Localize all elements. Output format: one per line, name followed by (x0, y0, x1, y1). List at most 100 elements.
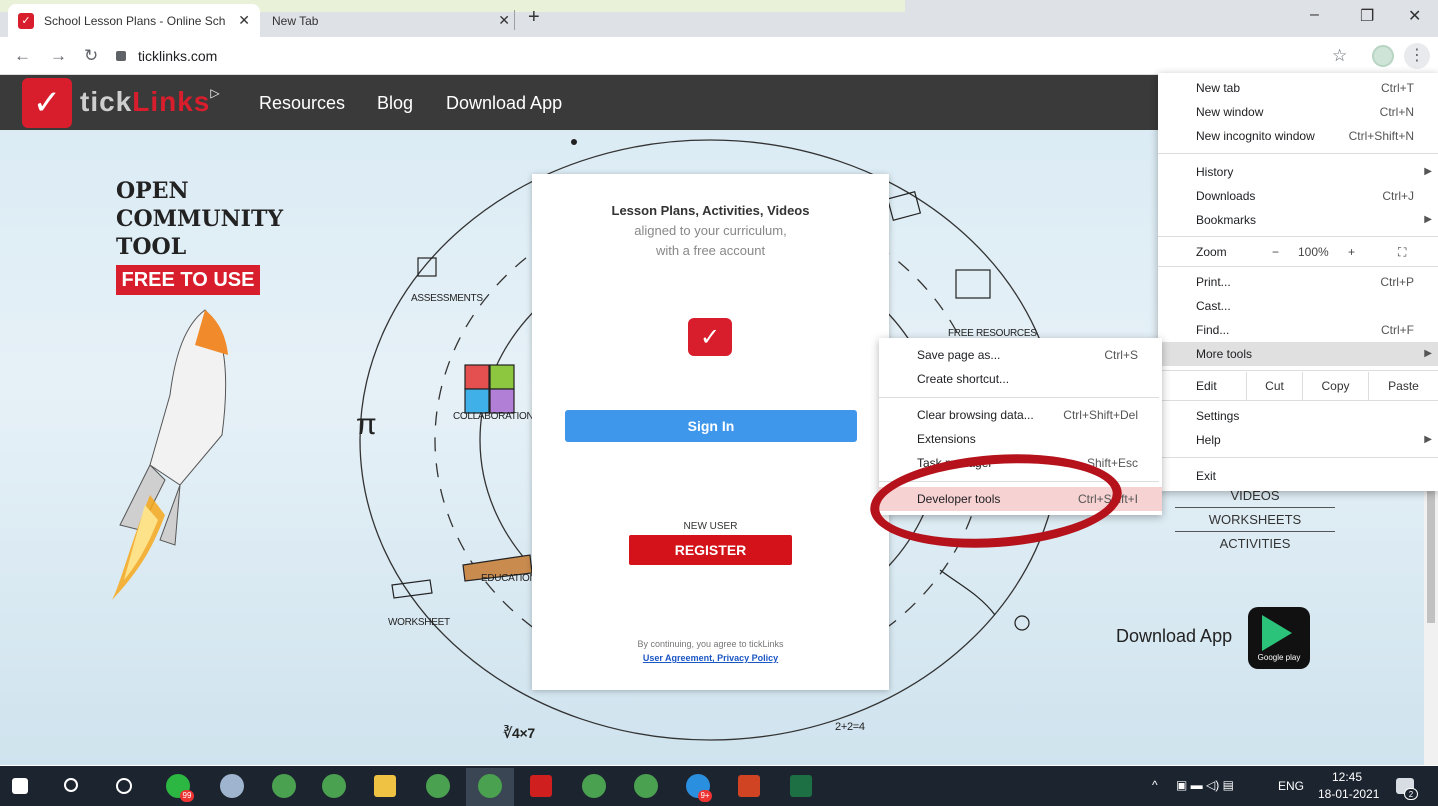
cut-button[interactable]: Cut (1246, 372, 1302, 400)
menu-save-page-as[interactable]: Save page as... Ctrl+S (879, 343, 1162, 367)
file-explorer-icon[interactable] (374, 775, 396, 797)
hero-line-2: COMMUNITY (116, 206, 284, 232)
tab-ticklinks[interactable]: ✓ School Lesson Plans - Online Sch ✕ (8, 4, 260, 37)
fullscreen-icon[interactable]: ⛶ (1398, 240, 1406, 264)
profile-avatar[interactable] (1372, 45, 1394, 67)
menu-new-tab[interactable]: New tab Ctrl+T (1158, 76, 1438, 100)
zoom-out-button[interactable]: − (1272, 240, 1279, 264)
search-icon[interactable] (64, 778, 78, 792)
tray-chevron-icon[interactable]: ^ (1152, 778, 1158, 792)
menu-create-shortcut[interactable]: Create shortcut... (879, 367, 1162, 391)
menu-item-label: Cast... (1196, 299, 1231, 313)
menu-divider (1158, 236, 1438, 237)
chrome-icon[interactable] (272, 774, 296, 798)
register-button[interactable]: REGISTER (629, 535, 792, 565)
tray-icons[interactable]: ▣ ▬ ◁) ▤ (1176, 778, 1234, 792)
ticklinks-logo-icon[interactable]: ✓ (22, 78, 72, 128)
equation-doodle: 2+2=4 (835, 721, 865, 733)
menu-item-label: Exit (1196, 469, 1217, 483)
menu-settings[interactable]: Settings (1158, 404, 1438, 428)
whatsapp-badge: 99 (180, 790, 194, 802)
address-bar[interactable]: ticklinks.com (116, 42, 1406, 70)
windows-start-icon[interactable] (12, 778, 28, 794)
back-button[interactable]: ← (14, 46, 31, 66)
menu-exit[interactable]: Exit (1158, 464, 1438, 488)
menu-cast[interactable]: Cast... (1158, 294, 1438, 318)
submenu-arrow-icon: ▶ (1424, 214, 1432, 225)
powerpoint-icon[interactable] (738, 775, 760, 797)
card-subtitle-2: with a free account (655, 243, 766, 258)
nav-download-app[interactable]: Download App (446, 93, 562, 114)
forward-button[interactable]: → (50, 46, 67, 66)
menu-print[interactable]: Print... Ctrl+P (1158, 270, 1438, 294)
new-tab-button[interactable]: + (528, 6, 540, 29)
submenu-arrow-icon: ▶ (1424, 166, 1432, 177)
chrome-menu-button[interactable]: ⋮ (1404, 43, 1430, 69)
chrome-icon[interactable] (426, 774, 450, 798)
ticklinks-check-icon: ✓ (688, 318, 732, 356)
clock-date[interactable]: 18-01-2021 (1318, 787, 1379, 801)
menu-divider (1158, 370, 1438, 371)
nav-resources[interactable]: Resources (259, 93, 345, 114)
tab-close-icon[interactable]: ✕ (238, 12, 250, 29)
ticklinks-logo-text[interactable]: tickLinks▷ (80, 86, 221, 118)
menu-clear-browsing-data[interactable]: Clear browsing data... Ctrl+Shift+Del (879, 403, 1162, 427)
url-text: ticklinks.com (138, 48, 218, 64)
terms-links[interactable]: User Agreement, Privacy Policy (532, 653, 889, 663)
menu-bookmarks[interactable]: Bookmarks ▶ (1158, 208, 1438, 232)
cortana-icon[interactable] (116, 778, 132, 794)
acrobat-icon[interactable] (530, 775, 552, 797)
menu-more-tools[interactable]: More tools ▶ (1158, 342, 1438, 366)
copy-button[interactable]: Copy (1302, 372, 1368, 400)
chrome-icon[interactable] (478, 774, 502, 798)
menu-extensions[interactable]: Extensions (879, 427, 1162, 451)
menu-divider (1158, 153, 1438, 154)
menu-new-incognito-window[interactable]: New incognito window Ctrl+Shift+N (1158, 124, 1438, 148)
menu-find[interactable]: Find... Ctrl+F (1158, 318, 1438, 342)
nav-blog[interactable]: Blog (377, 93, 413, 114)
menu-item-label: Clear browsing data... (917, 408, 1034, 422)
chrome-icon[interactable] (322, 774, 346, 798)
chrome-icon[interactable] (634, 774, 658, 798)
menu-item-shortcut: Ctrl+P (1380, 275, 1414, 289)
menu-item-label: Save page as... (917, 348, 1001, 362)
tab-title: School Lesson Plans - Online Sch (44, 13, 226, 28)
menu-item-shortcut: Ctrl+J (1382, 189, 1414, 203)
lock-icon (116, 51, 126, 61)
clock-time[interactable]: 12:45 (1332, 770, 1362, 784)
paste-button[interactable]: Paste (1368, 372, 1438, 400)
menu-item-label: Extensions (917, 432, 976, 446)
tab-close-icon[interactable]: ✕ (498, 12, 510, 29)
menu-item-shortcut: Ctrl+S (1104, 348, 1138, 362)
menu-zoom-row: Zoom − 100% + ⛶ (1158, 240, 1438, 264)
menu-item-shortcut: Ctrl+F (1381, 323, 1414, 337)
play-triangle-icon (1262, 615, 1292, 651)
menu-downloads[interactable]: Downloads Ctrl+J (1158, 184, 1438, 208)
chrome-icon[interactable] (582, 774, 606, 798)
language-indicator[interactable]: ENG (1278, 779, 1304, 793)
reload-button[interactable]: ↻ (84, 46, 98, 66)
logo-text-links: Links (132, 86, 211, 117)
menu-history[interactable]: History ▶ (1158, 160, 1438, 184)
hero-title: OPEN COMMUNITY TOOL (116, 177, 283, 261)
excel-icon[interactable] (790, 775, 812, 797)
edit-label: Edit (1196, 379, 1217, 393)
assessments-label: ASSESSMENTS (411, 293, 483, 304)
tab-new-tab[interactable]: New Tab ✕ (262, 4, 520, 37)
bookmark-star-icon[interactable]: ☆ (1332, 46, 1347, 66)
menu-item-shortcut: Ctrl+N (1379, 105, 1414, 119)
sign-in-button[interactable]: Sign In (565, 410, 857, 442)
notifications-badge: 2 (1404, 788, 1418, 800)
close-window-button[interactable]: ✕ (1408, 6, 1421, 26)
pi-symbol: π (356, 408, 377, 441)
menu-item-label: New window (1196, 105, 1264, 119)
zoom-in-button[interactable]: + (1348, 240, 1355, 264)
google-play-badge[interactable]: Google play (1248, 607, 1310, 669)
zoom-label: Zoom (1196, 245, 1227, 259)
restore-button[interactable]: ❐ (1360, 6, 1374, 26)
menu-item-shortcut: Ctrl+Shift+Del (1063, 408, 1138, 422)
app-icon[interactable] (220, 774, 244, 798)
menu-new-window[interactable]: New window Ctrl+N (1158, 100, 1438, 124)
menu-help[interactable]: Help ▶ (1158, 428, 1438, 452)
minimize-button[interactable]: – (1310, 6, 1319, 24)
